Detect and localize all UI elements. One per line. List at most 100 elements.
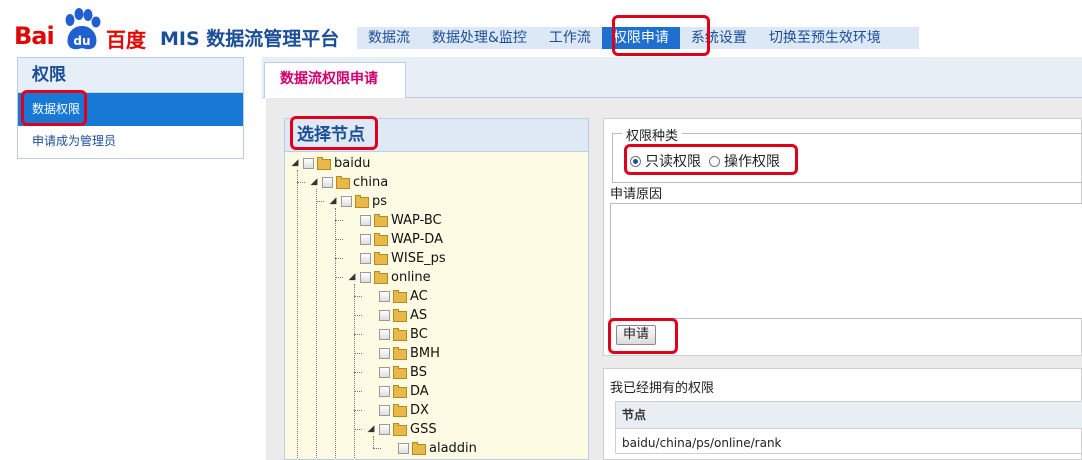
tree-node-label[interactable]: aladdin bbox=[429, 439, 477, 458]
tree-node[interactable]: aladdin bbox=[384, 439, 477, 458]
tree-node-label[interactable]: ps bbox=[372, 192, 387, 211]
folder-icon bbox=[374, 271, 388, 284]
sidebar-item-data-permission[interactable]: 数据权限 bbox=[18, 93, 243, 126]
tree-node-label[interactable]: WAP-DA bbox=[391, 230, 443, 249]
owned-permissions-title: 我已经拥有的权限 bbox=[610, 381, 715, 396]
node-checkbox[interactable] bbox=[303, 158, 314, 169]
folder-icon bbox=[412, 442, 426, 455]
nav-workflow[interactable]: 工作流 bbox=[538, 27, 602, 49]
radio-operate-label[interactable]: 操作权限 bbox=[724, 151, 780, 171]
node-checkbox[interactable] bbox=[379, 348, 390, 359]
tree-guide-line bbox=[335, 208, 336, 459]
node-checkbox[interactable] bbox=[379, 310, 390, 321]
tree-connector bbox=[373, 448, 381, 449]
expand-toggle-icon[interactable]: ◢ bbox=[365, 420, 377, 439]
tree-connector bbox=[354, 429, 362, 430]
tab-dataflow-permission[interactable]: 数据流权限申请 bbox=[264, 62, 406, 98]
node-checkbox[interactable] bbox=[379, 405, 390, 416]
tree-connector bbox=[354, 334, 362, 335]
tree-node[interactable]: AS bbox=[365, 306, 427, 325]
folder-icon bbox=[336, 176, 350, 189]
tree-node-label[interactable]: baidu bbox=[334, 154, 370, 173]
tree-connector bbox=[316, 201, 324, 202]
folder-icon bbox=[393, 347, 407, 360]
node-checkbox[interactable] bbox=[379, 329, 390, 340]
nav-dataflow[interactable]: 数据流 bbox=[357, 27, 421, 49]
tree-node[interactable]: BS bbox=[365, 363, 427, 382]
folder-icon bbox=[355, 195, 369, 208]
folder-icon bbox=[393, 328, 407, 341]
node-checkbox[interactable] bbox=[322, 177, 333, 188]
tree-node-label[interactable]: BC bbox=[410, 325, 428, 344]
tree-node[interactable]: ◢ GSS bbox=[365, 420, 437, 439]
node-checkbox[interactable] bbox=[379, 367, 390, 378]
tree-node[interactable]: WISE_ps bbox=[346, 249, 446, 268]
tree-guide-line bbox=[316, 189, 317, 459]
tree-connector bbox=[335, 239, 343, 240]
reason-textarea[interactable] bbox=[610, 203, 1082, 319]
owned-permissions-panel: 我已经拥有的权限 节点 baidu/china/ps/online/rank bbox=[603, 368, 1082, 460]
node-checkbox[interactable] bbox=[379, 291, 390, 302]
node-checkbox[interactable] bbox=[341, 196, 352, 207]
tree-node[interactable]: BMH bbox=[365, 344, 440, 363]
tree-node-label[interactable]: WISE_ps bbox=[391, 249, 446, 268]
tree-node[interactable]: ◢ china bbox=[308, 173, 389, 192]
tree-node-label[interactable]: AC bbox=[410, 287, 428, 306]
folder-icon bbox=[393, 309, 407, 322]
tree-node[interactable]: ◢ ps bbox=[327, 192, 388, 211]
tree-guide-line bbox=[354, 284, 355, 459]
table-header-node: 节点 bbox=[616, 402, 1082, 429]
tree-connector bbox=[354, 410, 362, 411]
tree-connector bbox=[354, 315, 362, 316]
tree-node[interactable]: BC bbox=[365, 325, 428, 344]
tree-connector bbox=[297, 182, 305, 183]
permission-type-legend: 权限种类 bbox=[622, 125, 683, 144]
node-checkbox[interactable] bbox=[360, 215, 371, 226]
tree-node-label[interactable]: DX bbox=[410, 401, 429, 420]
tree-node-label[interactable]: WAP-BC bbox=[391, 211, 442, 230]
node-checkbox[interactable] bbox=[360, 272, 371, 283]
folder-icon bbox=[393, 290, 407, 303]
tree-node[interactable]: DX bbox=[365, 401, 429, 420]
tree-node[interactable]: ◢ online bbox=[346, 268, 431, 287]
node-checkbox[interactable] bbox=[360, 253, 371, 264]
tree-node-label[interactable]: GSS bbox=[410, 420, 437, 439]
nav-processing-monitor[interactable]: 数据处理&监控 bbox=[421, 27, 538, 49]
tree-node[interactable]: DA bbox=[365, 382, 429, 401]
tree-node[interactable]: WAP-DA bbox=[346, 230, 443, 249]
node-checkbox[interactable] bbox=[360, 234, 371, 245]
tree-connector bbox=[335, 220, 343, 221]
tree-node-label[interactable]: BS bbox=[410, 363, 427, 382]
node-checkbox[interactable] bbox=[379, 424, 390, 435]
tree-node-label[interactable]: DA bbox=[410, 382, 429, 401]
folder-icon bbox=[393, 404, 407, 417]
radio-readonly[interactable] bbox=[630, 155, 641, 167]
node-checkbox[interactable] bbox=[379, 386, 390, 397]
tree-node[interactable]: ◢ baidu bbox=[289, 154, 371, 173]
expand-toggle-icon[interactable]: ◢ bbox=[308, 173, 320, 192]
nav-system-settings[interactable]: 系统设置 bbox=[680, 27, 758, 49]
expand-toggle-icon[interactable]: ◢ bbox=[289, 154, 301, 173]
folder-icon bbox=[393, 423, 407, 436]
logo-text-bai: Bai bbox=[14, 22, 55, 50]
sidebar-item-apply-admin[interactable]: 申请成为管理员 bbox=[18, 126, 243, 156]
node-checkbox[interactable] bbox=[398, 443, 409, 454]
tree-node-label[interactable]: AS bbox=[410, 306, 427, 325]
tree-node-label[interactable]: BMH bbox=[410, 344, 440, 363]
owned-permissions-table: 节点 baidu/china/ps/online/rank bbox=[615, 401, 1082, 454]
expand-toggle-icon[interactable]: ◢ bbox=[327, 192, 339, 211]
app-title: MIS 数据流管理平台 bbox=[160, 28, 340, 50]
tree-node[interactable]: WAP-BC bbox=[346, 211, 442, 230]
tree-node-label[interactable]: online bbox=[391, 268, 431, 287]
tree-connector bbox=[354, 391, 362, 392]
nav-permission-apply[interactable]: 权限申请 bbox=[601, 27, 680, 49]
top-nav: 数据流 数据处理&监控 工作流 权限申请 系统设置 切换至预生效环境 bbox=[357, 27, 919, 49]
radio-readonly-label[interactable]: 只读权限 bbox=[645, 151, 701, 171]
tree-node-label[interactable]: china bbox=[353, 173, 388, 192]
apply-button[interactable]: 申请 bbox=[616, 325, 656, 345]
tree-node[interactable]: AC bbox=[365, 287, 428, 306]
permission-request-panel: 权限种类 只读权限 操作权限 申请原因 申请 bbox=[603, 118, 1082, 356]
nav-switch-env[interactable]: 切换至预生效环境 bbox=[758, 27, 892, 49]
radio-operate[interactable] bbox=[709, 155, 720, 167]
expand-toggle-icon[interactable]: ◢ bbox=[346, 268, 358, 287]
